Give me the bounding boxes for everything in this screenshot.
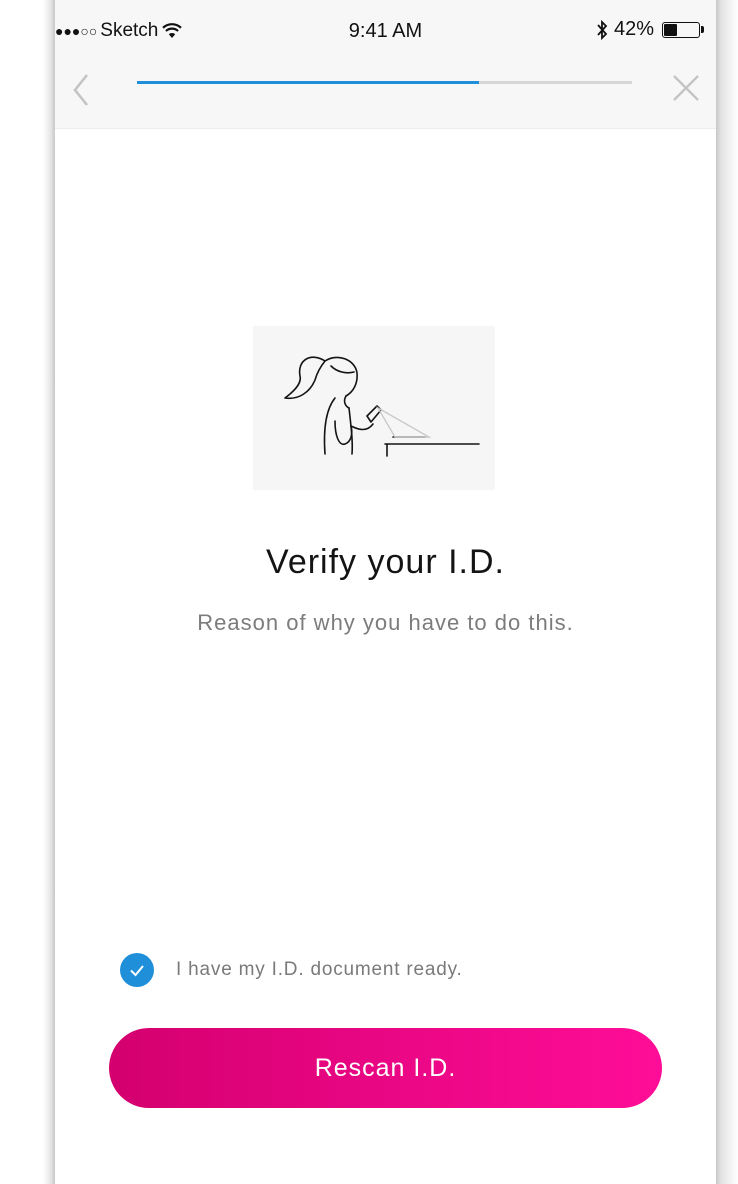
chevron-left-icon (73, 74, 89, 106)
rescan-id-button-label: Rescan I.D. (314, 1053, 457, 1082)
navigation-bar (55, 62, 716, 129)
check-icon (130, 965, 144, 977)
id-ready-checkbox-row[interactable]: I have my I.D. document ready. (120, 953, 463, 987)
id-ready-label: I have my I.D. document ready. (176, 959, 463, 980)
status-right-group: 42% (596, 18, 704, 41)
progress-fill (137, 81, 479, 84)
woman-scanning-id-illustration (253, 326, 495, 490)
battery-icon (662, 21, 700, 38)
back-button[interactable] (65, 68, 97, 112)
rescan-id-button[interactable]: Rescan I.D. (109, 1028, 662, 1108)
close-button[interactable] (668, 70, 704, 106)
bluetooth-icon (596, 19, 608, 40)
battery-tip (701, 26, 704, 33)
status-bar: ●●●○○ Sketch 9:41 AM 42% (55, 0, 716, 62)
phone-screen: ●●●○○ Sketch 9:41 AM 42% Verify your I.D… (55, 0, 716, 1184)
id-ready-checkbox[interactable] (120, 953, 154, 987)
device-frame-left (0, 0, 55, 1184)
battery-percent: 42% (613, 18, 654, 40)
progress-bar (137, 81, 632, 84)
close-icon (673, 75, 699, 101)
page-subtitle: Reason of why you have to do this. (197, 610, 574, 635)
page-title: Verify your I.D. (266, 543, 505, 581)
device-frame-right (716, 0, 738, 1184)
